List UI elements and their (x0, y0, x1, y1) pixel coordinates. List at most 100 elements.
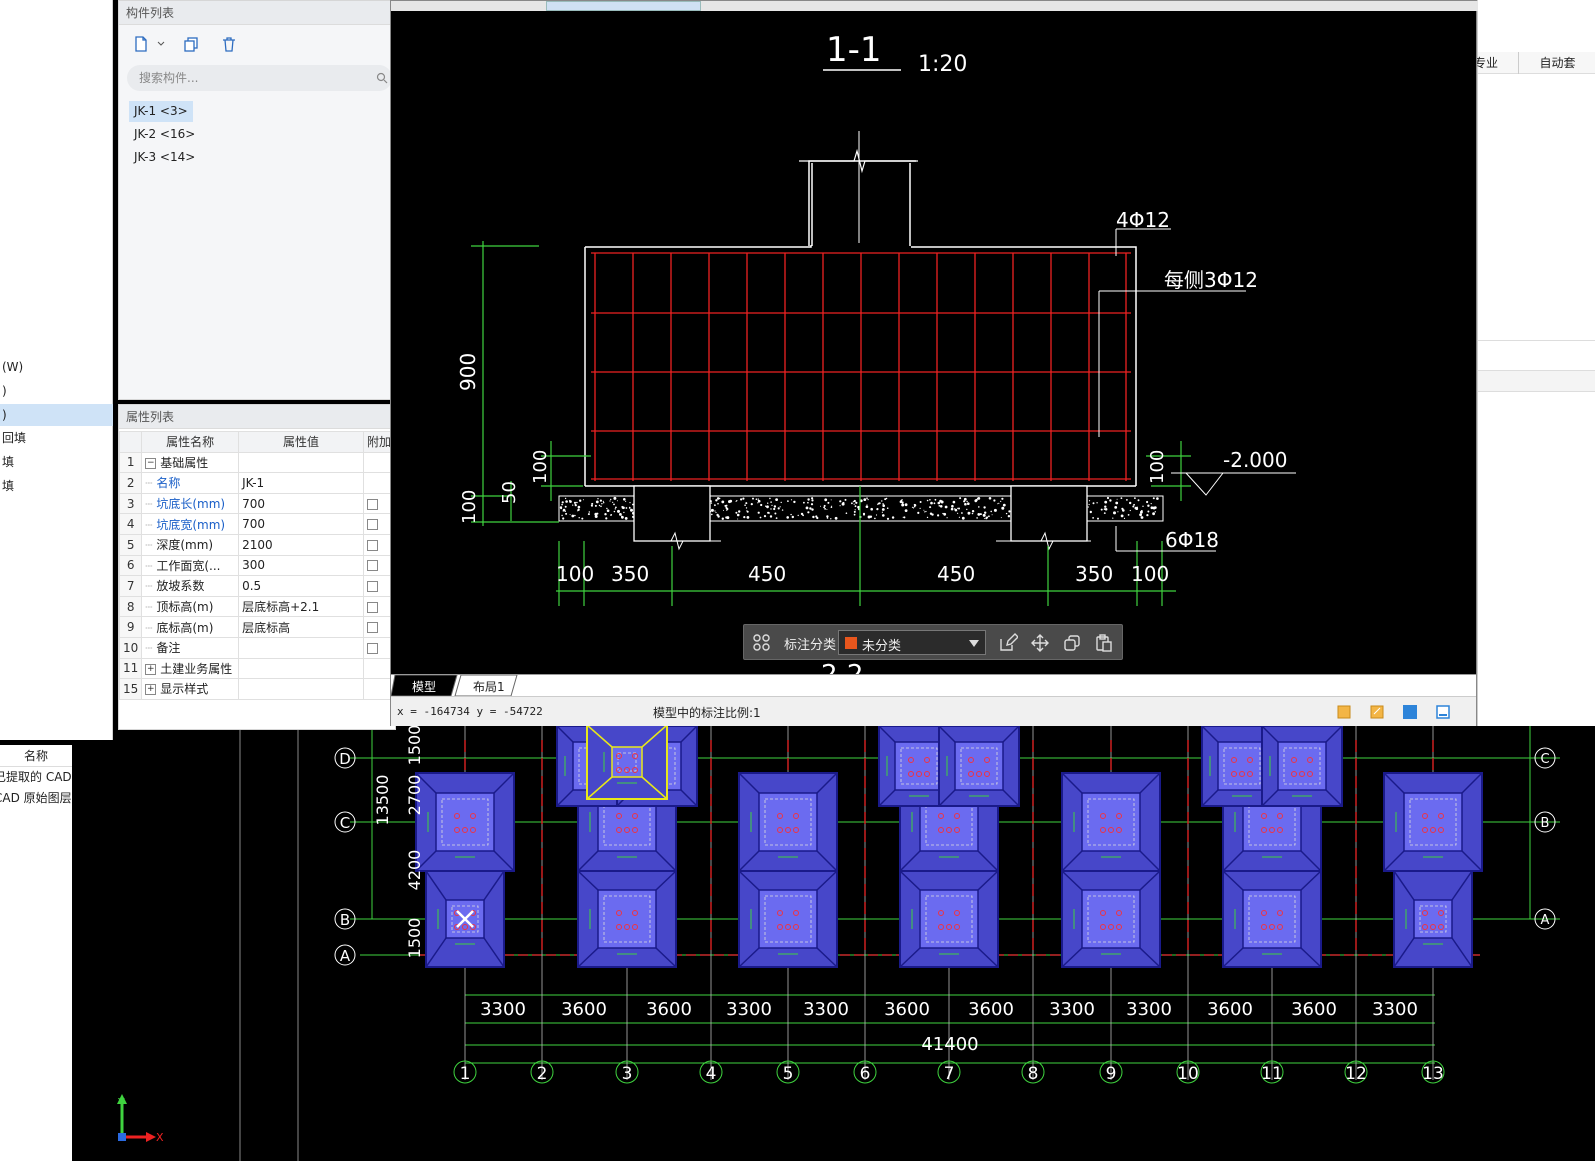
row-number: 15 (118, 678, 143, 700)
property-value[interactable]: 700 (238, 492, 364, 515)
property-value[interactable]: 300 (238, 554, 364, 577)
bedding-dot (993, 508, 997, 512)
bedding-dot (771, 504, 773, 506)
bedding-dot (622, 506, 625, 510)
copy-icon[interactable] (1062, 633, 1082, 653)
annotation-category-select[interactable]: 未分类 (838, 630, 986, 655)
tab-model[interactable]: 模型 (412, 678, 436, 695)
edit-icon[interactable] (998, 633, 1018, 653)
bedding-dot (912, 507, 915, 509)
property-value[interactable]: 700 (238, 513, 364, 535)
property-value[interactable] (238, 657, 364, 680)
import-icon[interactable] (1369, 704, 1385, 720)
nav-item-selected[interactable]: ) (0, 404, 113, 426)
property-value[interactable] (238, 678, 364, 700)
bedding-dot (1120, 514, 1124, 518)
search-input[interactable]: 搜索构件... (127, 65, 392, 91)
section-drawing[interactable]: 1-1 1:20 4Φ12 每侧3Φ12 -2.000 6Φ18 900 100… (391, 11, 1476, 674)
nav-item[interactable]: ) (0, 380, 113, 402)
new-component-button[interactable] (129, 32, 153, 56)
checkbox[interactable] (366, 498, 378, 510)
bedding-dot (743, 516, 746, 519)
bottom-dim: 100 (556, 562, 594, 586)
tab-layout1[interactable]: 布局1 (473, 678, 505, 695)
paste-icon[interactable] (1094, 633, 1114, 653)
property-row[interactable]: 6 ┄ 工作面宽(... 300 (118, 554, 396, 577)
tab-specialty[interactable]: 专业 (1474, 54, 1498, 71)
property-value[interactable]: 层底标高+2.1 (238, 595, 364, 618)
grid-icon[interactable] (752, 633, 772, 653)
svg-text:X: X (156, 1131, 164, 1144)
bedding-dot (974, 499, 978, 503)
property-row[interactable]: 5 ┄ 深度(mm) 2100 (118, 533, 396, 556)
property-row[interactable]: 10 ┄ 备注 (118, 636, 396, 659)
bedding-dot (588, 511, 590, 513)
bedding-dot (959, 497, 962, 500)
bedding-dot (723, 509, 724, 511)
property-value[interactable]: 层底标高 (238, 616, 364, 638)
property-row[interactable]: 1− 基础属性 (118, 451, 396, 474)
pd-icon[interactable] (1402, 704, 1418, 720)
export-icon[interactable] (1336, 704, 1352, 720)
layer-item[interactable]: CAD 原始图层 (0, 788, 72, 809)
expand-toggle-icon[interactable]: − (145, 457, 157, 469)
checkbox[interactable] (366, 601, 378, 613)
checkbox[interactable] (366, 622, 378, 634)
property-value[interactable]: 2100 (238, 533, 364, 556)
property-row[interactable]: 9 ┄ 底标高(m) 层底标高 (118, 616, 396, 638)
layer-item[interactable]: 已提取的 CAD (0, 767, 72, 788)
component-item-jk2[interactable]: JK-2 <16> (129, 124, 200, 145)
nav-item[interactable]: 回填 (0, 427, 113, 449)
bedding-dot (1087, 506, 1089, 508)
bedding-dot (881, 500, 883, 502)
right-panel: 专业 自动套 (1474, 0, 1595, 726)
bedding-dot (1120, 497, 1123, 499)
axis-number: 7 (944, 1064, 955, 1084)
copy-component-button[interactable] (179, 32, 203, 56)
bedding-dot (768, 512, 771, 514)
window-icon[interactable] (1435, 704, 1451, 720)
checkbox[interactable] (366, 642, 378, 654)
bottom-dim: 350 (611, 562, 649, 586)
nav-item[interactable]: 填 (0, 451, 113, 473)
bedding-dot (929, 512, 933, 515)
checkbox[interactable] (366, 560, 378, 572)
bedding-dot (1146, 500, 1149, 504)
property-row[interactable]: 11 + 土建业务属性 (118, 657, 396, 680)
property-row[interactable]: 2 ┄ 名称 JK-1 (118, 472, 396, 494)
move-icon[interactable] (1030, 633, 1050, 653)
component-item-jk3[interactable]: JK-3 <14> (129, 147, 200, 168)
checkbox[interactable] (366, 580, 378, 592)
search-icon[interactable] (376, 72, 388, 84)
property-row[interactable]: 3 ┄ 坑底长(mm) 700 (118, 492, 396, 515)
bedding-dot (597, 498, 599, 500)
property-name: 坑底长(mm) (156, 497, 226, 512)
property-row[interactable]: 4 ┄ 坑底宽(mm) 700 (118, 513, 396, 535)
tab-auto-apply[interactable]: 自动套 (1518, 52, 1595, 74)
property-value[interactable] (238, 636, 364, 659)
bedding-dot (998, 502, 1000, 504)
property-row[interactable]: 8 ┄ 顶标高(m) 层底标高+2.1 (118, 595, 396, 618)
property-row[interactable]: 7 ┄ 放坡系数 0.5 (118, 575, 396, 597)
new-dropdown-button[interactable] (155, 32, 167, 56)
bedding-dot (613, 510, 616, 513)
dim-100-c: 100 (1147, 450, 1168, 484)
bedding-dot (805, 506, 809, 510)
component-item-jk1[interactable]: JK-1 <3> (129, 101, 193, 122)
property-row[interactable]: 15 + 显示样式 (118, 678, 396, 700)
bedding-dot (886, 517, 890, 520)
bottom-dim: 450 (748, 562, 786, 586)
property-value[interactable]: JK-1 (238, 472, 364, 494)
property-value[interactable]: 0.5 (238, 575, 364, 597)
bedding-dot (1129, 509, 1131, 512)
bedding-dot (957, 507, 959, 509)
checkbox[interactable] (366, 519, 378, 531)
bedding-dot (769, 497, 771, 500)
nav-item[interactable]: (W) (0, 356, 113, 378)
expand-toggle-icon[interactable]: + (145, 663, 157, 675)
nav-item[interactable]: 填 (0, 475, 113, 497)
property-value[interactable] (238, 451, 364, 474)
delete-component-button[interactable] (217, 32, 241, 56)
expand-toggle-icon[interactable]: + (145, 684, 157, 696)
checkbox[interactable] (366, 539, 378, 551)
